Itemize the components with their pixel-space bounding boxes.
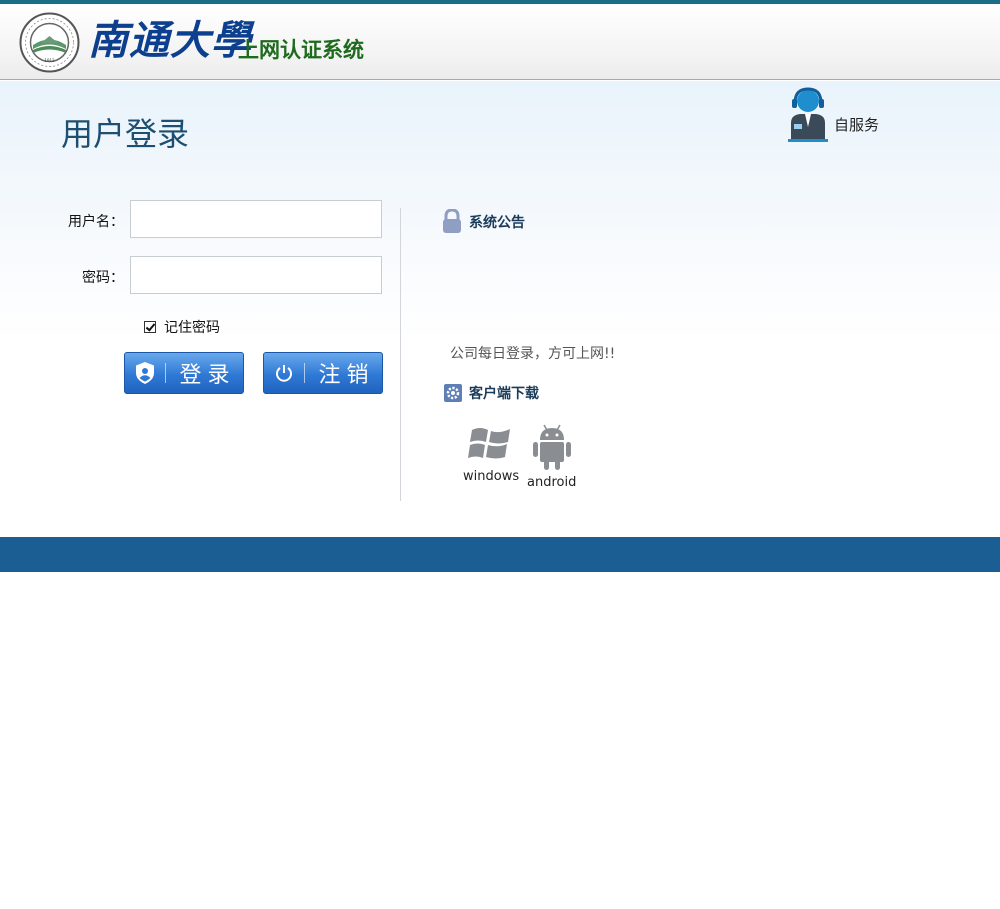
remember-password-option[interactable]: 记住密码 [144,317,220,337]
login-button-label: 登录 [179,363,236,388]
username-label: 用户名： [68,214,124,230]
android-download[interactable]: android [527,423,576,490]
header: 1912 南通大學 上网认证系统 [0,4,1000,80]
page-title: 用户登录 [61,115,190,153]
login-button[interactable]: 登录 [124,352,244,394]
announcement-title: 系统公告 [469,214,525,231]
windows-label: windows [463,469,520,484]
download-heading: 客户端下载 [444,383,539,403]
self-service-label: 自服务 [834,116,880,134]
self-service-link[interactable]: 自服务 [788,87,879,143]
svg-text:1912: 1912 [44,58,55,63]
windows-icon [468,428,511,459]
power-icon [264,353,304,393]
announcement-text: 公司每日登录，方可上网!! [450,346,616,362]
logout-button[interactable]: 注销 [263,352,383,394]
username-input[interactable] [130,200,382,238]
university-logo: 1912 [19,12,80,73]
university-name: 南通大學 [88,17,252,64]
main-panel: 用户登录 自服务 用户名： 密码： 记住密码 登录 注销 系统公告 公司每日登录… [0,81,1000,537]
customer-service-icon [788,87,828,142]
password-input[interactable] [130,256,382,294]
remember-password-label: 记住密码 [164,320,220,336]
android-label: android [527,475,577,490]
password-label: 密码： [82,270,124,286]
gear-icon [444,384,462,402]
footer-bar [0,537,1000,572]
lock-icon [443,209,461,233]
announcement-heading: 系统公告 [442,209,525,234]
remember-password-checkbox[interactable] [144,321,156,333]
system-name: 上网认证系统 [238,38,364,62]
download-title: 客户端下载 [469,386,539,402]
android-icon [532,424,571,470]
windows-download[interactable]: windows [463,423,519,484]
vertical-divider [400,208,401,501]
logout-button-label: 注销 [318,363,375,388]
shield-user-icon [125,353,165,393]
